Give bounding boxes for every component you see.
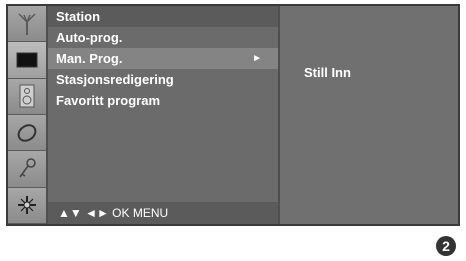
- speaker-icon: [18, 84, 36, 108]
- menu-icon-column: [8, 6, 46, 224]
- disc-icon: [15, 122, 39, 144]
- menu-icon-sound[interactable]: [8, 78, 46, 115]
- antenna-icon: [16, 12, 38, 36]
- menu-icon-option[interactable]: [8, 187, 46, 224]
- station-menu-panel: Station Auto-prog. Man. Prog. ► Stasjons…: [48, 6, 278, 224]
- menu-item-label: Favoritt program: [56, 93, 161, 108]
- tv-osd-menu: Station Auto-prog. Man. Prog. ► Stasjons…: [6, 4, 460, 226]
- menu-item-man-prog[interactable]: Man. Prog. ►: [48, 48, 278, 69]
- menu-item-auto-prog[interactable]: Auto-prog.: [48, 27, 278, 48]
- submenu-panel: Still Inn: [280, 6, 458, 224]
- page-number-badge: 2: [436, 236, 456, 256]
- menu-title: Station: [48, 6, 278, 27]
- menu-icon-time[interactable]: [8, 114, 46, 152]
- menu-icon-picture[interactable]: [8, 42, 46, 79]
- menu-item-label: Stasjonsredigering: [56, 72, 174, 87]
- navigation-hint-bar: ▲▼ ◄► OK MENU: [48, 202, 278, 224]
- menu-item-label: Auto-prog.: [56, 30, 123, 45]
- submenu-arrow-icon: ►: [252, 53, 262, 64]
- menu-item-label: Man. Prog.: [56, 51, 123, 66]
- menu-item-favourite[interactable]: Favoritt program: [48, 90, 278, 111]
- menu-icon-station[interactable]: [8, 6, 46, 43]
- menu-icon-lock[interactable]: [8, 151, 46, 188]
- menu-item-station-edit[interactable]: Stasjonsredigering: [48, 69, 278, 90]
- submenu-option-still-inn[interactable]: Still Inn: [304, 65, 351, 80]
- picture-icon: [16, 51, 38, 69]
- settings-icon: [16, 194, 38, 216]
- key-icon: [16, 157, 38, 181]
